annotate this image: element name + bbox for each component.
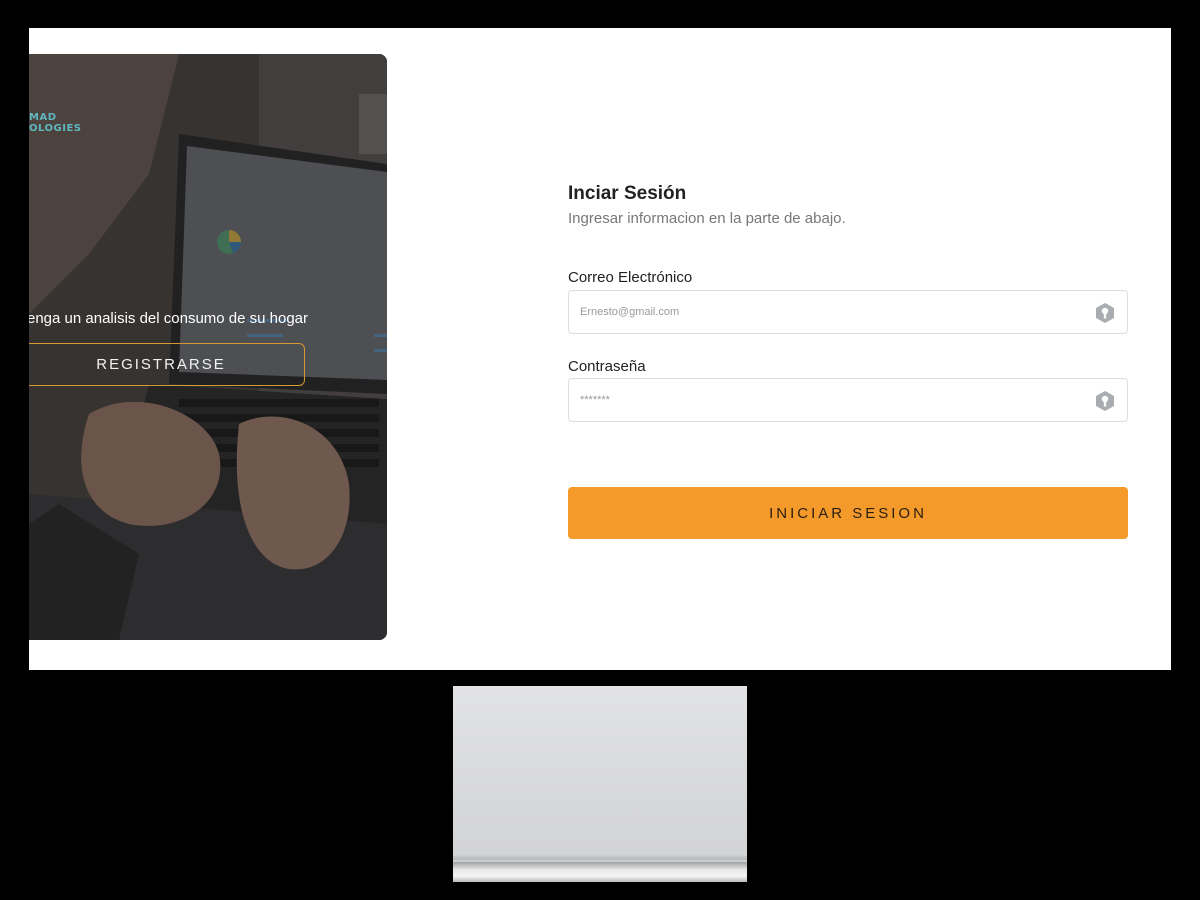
email-field-box [568,290,1128,334]
hero-tagline: enga un analisis del consumo de su hogar [29,310,309,327]
monitor-stand [453,686,747,882]
monitor-stand-foot [453,862,747,882]
hero-panel: MAD OLOGIES enga un analisis del consumo… [29,54,387,640]
screen: MAD OLOGIES enga un analisis del consumo… [29,28,1171,670]
key-icon [1096,303,1114,323]
logo-line-1: MAD [29,112,57,123]
key-icon [1096,391,1114,411]
login-submit-button[interactable]: INICIAR SESION [568,487,1128,539]
password-label: Contraseña [568,358,646,375]
email-label: Correo Electrónico [568,269,693,286]
password-field-box [568,378,1128,422]
brand-logo: MAD OLOGIES [29,112,89,136]
email-input[interactable] [580,291,1080,333]
register-button[interactable]: REGISTRARSE [29,343,305,386]
login-subtitle: Ingresar informacion en la parte de abaj… [568,210,846,227]
logo-line-2: OLOGIES [29,123,82,134]
password-input[interactable] [580,379,1080,421]
login-title: Inciar Sesión [568,183,687,204]
